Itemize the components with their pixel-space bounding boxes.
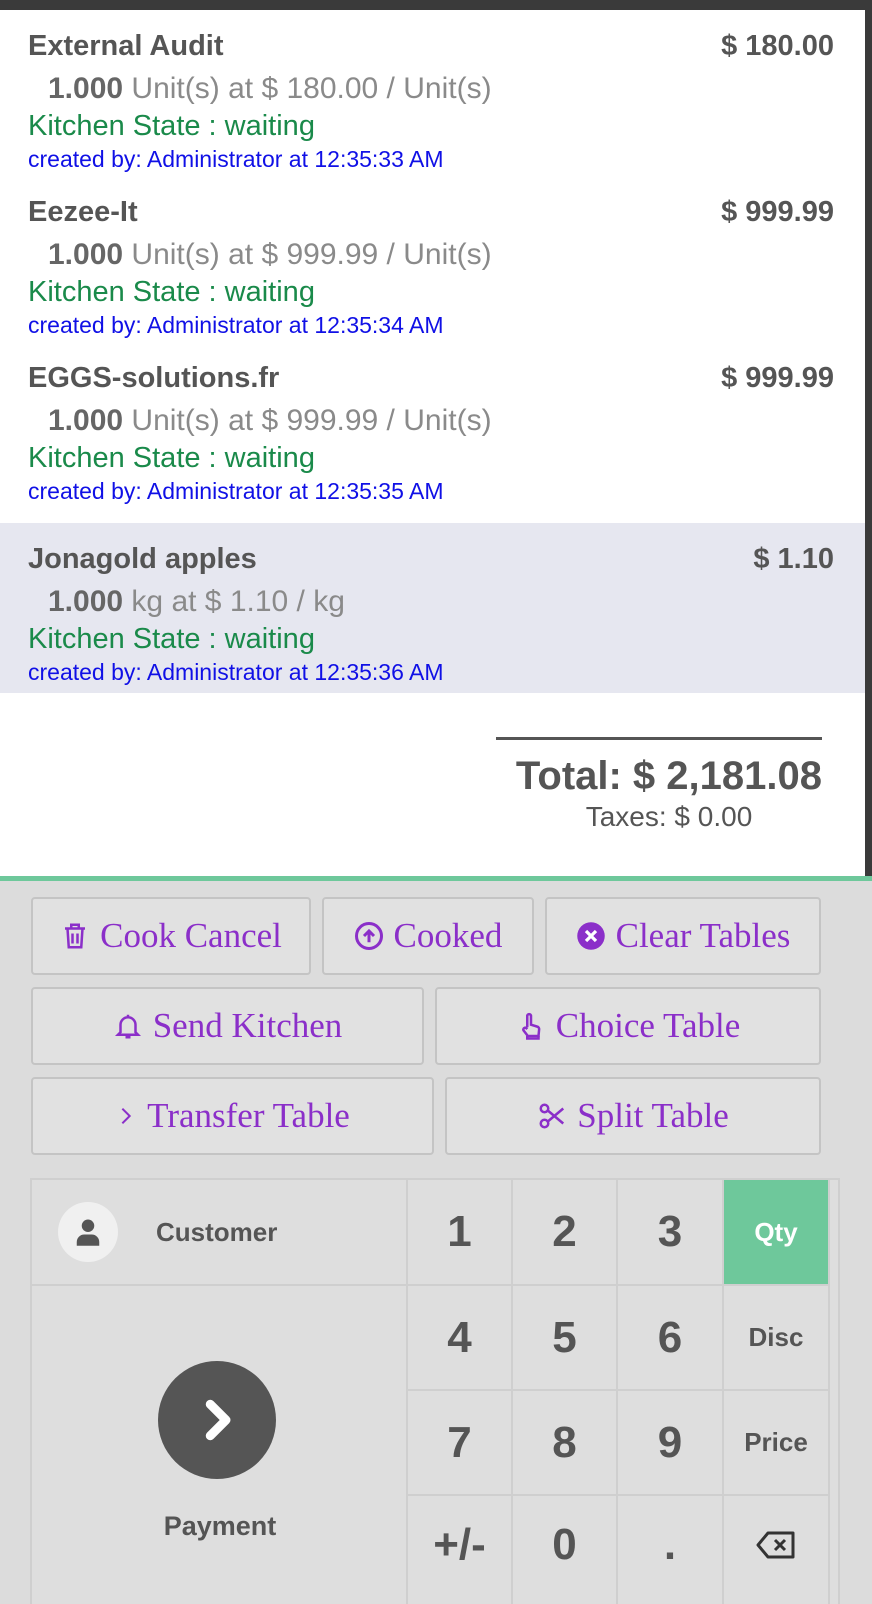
clear-tables-button[interactable]: Clear Tables xyxy=(545,897,821,975)
transfer-table-label: Transfer Table xyxy=(147,1096,350,1135)
orderline[interactable]: EGGS-solutions.fr $ 999.99 1.000 Unit(s)… xyxy=(0,342,865,512)
split-table-button[interactable]: Split Table xyxy=(445,1077,821,1155)
orderline-created-by: created by: Administrator at 12:35:36 AM xyxy=(28,659,444,685)
numpad-key-2[interactable]: 2 xyxy=(513,1180,618,1286)
backspace-icon xyxy=(756,1531,795,1559)
action-pad: Customer Payment 1 2 3 Qty 4 5 6 Disc 7 … xyxy=(30,1178,840,1604)
orderline[interactable]: Eezee-It $ 999.99 1.000 Unit(s) at $ 999… xyxy=(0,176,865,346)
orderline-quantity: 1.000 kg at $ 1.10 / kg xyxy=(48,585,345,619)
orderline-created-by: created by: Administrator at 12:35:35 AM xyxy=(28,478,444,504)
orderline-created-by: created by: Administrator at 12:35:34 AM xyxy=(28,312,444,338)
orderline-qty-value: 1.000 xyxy=(48,72,124,105)
orderline-price: $ 999.99 xyxy=(721,196,834,228)
orderline-quantity: 1.000 Unit(s) at $ 999.99 / Unit(s) xyxy=(48,404,492,438)
order-summary: Total: $ 2,181.08 Taxes: $ 0.00 xyxy=(496,737,822,833)
orderline-product-name: Eezee-It xyxy=(28,196,138,228)
orderline-qty-detail: kg at $ 1.10 / kg xyxy=(131,585,345,618)
orderline-qty-detail: Unit(s) at $ 999.99 / Unit(s) xyxy=(131,404,492,437)
choice-table-label: Choice Table xyxy=(555,1006,741,1045)
orderline-kitchen-state: Kitchen State : waiting xyxy=(28,442,315,474)
orderline-selected[interactable]: Jonagold apples $ 1.10 1.000 kg at $ 1.1… xyxy=(0,523,865,693)
send-kitchen-button[interactable]: Send Kitchen xyxy=(31,987,424,1065)
order-taxes: Taxes: $ 0.00 xyxy=(585,801,753,832)
split-table-label: Split Table xyxy=(577,1096,729,1135)
numpad-key-8[interactable]: 8 xyxy=(513,1391,618,1496)
numpad-key-3[interactable]: 3 xyxy=(618,1180,724,1286)
orderline-product-name: External Audit xyxy=(28,30,224,62)
customer-button[interactable]: Customer xyxy=(32,1180,408,1286)
payment-button[interactable] xyxy=(158,1361,276,1479)
numpad-key-9[interactable]: 9 xyxy=(618,1391,724,1496)
clear-tables-label: Clear Tables xyxy=(615,916,791,955)
orderline-qty-detail: Unit(s) at $ 180.00 / Unit(s) xyxy=(131,72,492,105)
divider xyxy=(0,876,872,881)
top-bar xyxy=(0,0,872,10)
order-total: Total: $ 2,181.08 xyxy=(515,754,822,798)
orderline-qty-value: 1.000 xyxy=(48,585,124,618)
bell-icon xyxy=(114,1014,141,1039)
scissors-icon xyxy=(539,1103,565,1129)
numpad-key-1[interactable]: 1 xyxy=(408,1180,513,1286)
numpad-key-5[interactable]: 5 xyxy=(513,1286,618,1391)
chevron-right-icon xyxy=(121,1107,132,1125)
mode-price-button[interactable]: Price xyxy=(724,1391,830,1496)
trash-icon xyxy=(65,923,86,949)
numpad-key-0[interactable]: 0 xyxy=(513,1496,618,1604)
numpad-key-6[interactable]: 6 xyxy=(618,1286,724,1391)
numpad-key-4[interactable]: 4 xyxy=(408,1286,513,1391)
cooked-label: Cooked xyxy=(393,916,503,955)
backspace-button[interactable] xyxy=(724,1496,830,1604)
orderline-product-name: EGGS-solutions.fr xyxy=(28,362,280,394)
numpad-key-dot[interactable]: . xyxy=(618,1496,724,1604)
numpad-key-plus-minus[interactable]: +/- xyxy=(408,1496,513,1604)
send-kitchen-label: Send Kitchen xyxy=(152,1006,343,1045)
mode-disc-button[interactable]: Disc xyxy=(724,1286,830,1391)
orderline-quantity: 1.000 Unit(s) at $ 999.99 / Unit(s) xyxy=(48,238,492,272)
avatar xyxy=(58,1202,118,1262)
orderline-quantity: 1.000 Unit(s) at $ 180.00 / Unit(s) xyxy=(48,72,492,106)
orderline-kitchen-state: Kitchen State : waiting xyxy=(28,623,315,655)
times-circle-icon xyxy=(576,922,605,950)
orderline-created-by: created by: Administrator at 12:35:33 AM xyxy=(28,146,444,172)
payment-area[interactable]: Payment xyxy=(32,1286,408,1604)
orderline-price: $ 1.10 xyxy=(753,543,834,575)
mode-qty-button[interactable]: Qty xyxy=(724,1180,830,1286)
orderline-product-name: Jonagold apples xyxy=(28,543,257,575)
transfer-table-button[interactable]: Transfer Table xyxy=(31,1077,434,1155)
orderline-price: $ 180.00 xyxy=(721,30,834,62)
orderline-kitchen-state: Kitchen State : waiting xyxy=(28,276,315,308)
arrow-up-circle-icon xyxy=(354,922,383,950)
orderline-kitchen-state: Kitchen State : waiting xyxy=(28,110,315,142)
user-icon xyxy=(76,1219,100,1246)
orderline-qty-value: 1.000 xyxy=(48,238,124,271)
payment-label: Payment xyxy=(163,1511,277,1541)
numpad-key-7[interactable]: 7 xyxy=(408,1391,513,1496)
cook-cancel-button[interactable]: Cook Cancel xyxy=(31,897,311,975)
chevron-right-icon xyxy=(205,1399,231,1441)
orderline-qty-detail: Unit(s) at $ 999.99 / Unit(s) xyxy=(131,238,492,271)
customer-label: Customer xyxy=(156,1216,278,1247)
hand-pointer-icon xyxy=(521,1012,541,1040)
scrollbar[interactable] xyxy=(865,10,872,880)
cook-cancel-label: Cook Cancel xyxy=(100,916,282,955)
orderline-qty-value: 1.000 xyxy=(48,404,124,437)
orderline[interactable]: External Audit $ 180.00 1.000 Unit(s) at… xyxy=(0,10,865,180)
orderline-price: $ 999.99 xyxy=(721,362,834,394)
cooked-button[interactable]: Cooked xyxy=(322,897,534,975)
choice-table-button[interactable]: Choice Table xyxy=(435,987,821,1065)
